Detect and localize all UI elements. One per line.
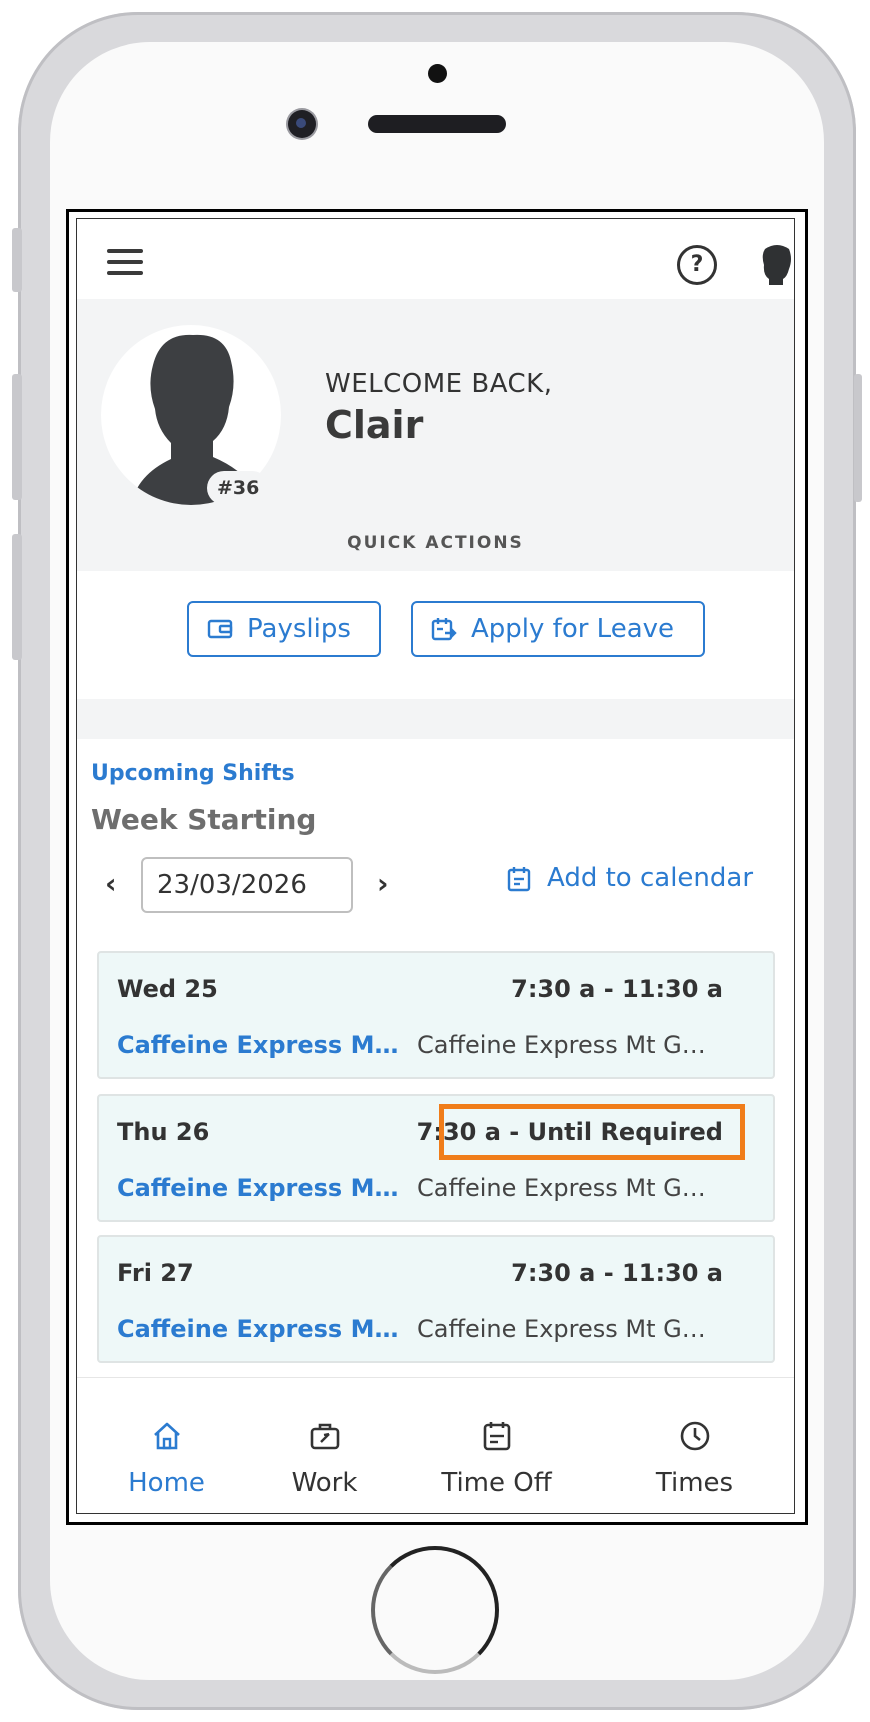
mute-switch [12, 228, 22, 292]
home-icon [154, 1422, 180, 1450]
nav-work-label: Work [291, 1468, 358, 1498]
power-button [854, 374, 862, 502]
user-avatar-icon[interactable] [757, 243, 795, 285]
bottom-navigation: Home Work Time Off Times [77, 1377, 794, 1513]
upcoming-shifts-title[interactable]: Upcoming Shifts [91, 761, 295, 786]
quick-actions-row: Payslips Apply for Leave [77, 571, 794, 681]
home-hardware-button[interactable] [371, 1546, 499, 1674]
shift-day: Thu 26 [117, 1118, 210, 1146]
welcome-label: WELCOME BACK, [325, 369, 553, 399]
shift-sublocation: Caffeine Express Mt Gravatt [417, 1315, 713, 1343]
help-circle-icon[interactable]: ? [677, 245, 717, 285]
top-app-bar: ? [77, 219, 794, 299]
nav-times-label: Times [655, 1468, 734, 1498]
shift-card[interactable]: Fri 27 7:30 a - 11:30 a Caffeine Express… [97, 1235, 775, 1363]
employee-number-badge: #36 [207, 471, 270, 505]
hamburger-icon[interactable] [107, 249, 143, 275]
nav-time-off[interactable]: Time Off [407, 1378, 586, 1513]
nav-home-label: Home [128, 1468, 205, 1498]
wallet-icon [207, 619, 233, 639]
payslips-button[interactable]: Payslips [187, 601, 381, 657]
shift-sublocation: Caffeine Express Mt Gravatt [417, 1031, 713, 1059]
week-starting-label: Week Starting [91, 803, 317, 836]
shift-day: Fri 27 [117, 1259, 194, 1287]
shift-time: 7:30 a - 11:30 a [511, 1259, 723, 1287]
add-to-calendar-label: Add to calendar [547, 863, 754, 893]
clock-icon [680, 1421, 710, 1451]
nav-times[interactable]: Times [605, 1378, 784, 1513]
shift-card[interactable]: Thu 26 7:30 a - Until Required Caffeine … [97, 1094, 775, 1222]
shift-card[interactable]: Wed 25 7:30 a - 11:30 a Caffeine Express… [97, 951, 775, 1079]
briefcase-icon [310, 1423, 340, 1450]
payslips-label: Payslips [247, 614, 351, 644]
nav-home[interactable]: Home [77, 1378, 256, 1513]
earpiece-speaker [368, 115, 506, 133]
shift-location-link[interactable]: Caffeine Express Mt Gravatt [117, 1174, 403, 1202]
shift-location-link[interactable]: Caffeine Express Mt Gravatt [117, 1031, 403, 1059]
shift-sublocation: Caffeine Express Mt Gravatt [417, 1174, 713, 1202]
nav-time-off-label: Time Off [441, 1468, 552, 1498]
apply-for-leave-button[interactable]: Apply for Leave [411, 601, 705, 657]
volume-down-button [12, 534, 22, 660]
proximity-sensor [428, 64, 447, 83]
shift-time: 7:30 a - 11:30 a [511, 975, 723, 1003]
nav-work[interactable]: Work [235, 1378, 414, 1513]
front-camera [288, 110, 316, 138]
volume-up-button [12, 374, 22, 500]
section-divider [77, 699, 794, 739]
shift-location-link[interactable]: Caffeine Express Mt Gravatt [117, 1315, 403, 1343]
calendar-icon [507, 866, 531, 891]
shift-day: Wed 25 [117, 975, 218, 1003]
app-screen: ? #36 WELCOME BACK, Clair QUICK ACTIONS … [76, 218, 795, 1514]
apply-for-leave-label: Apply for Leave [471, 614, 675, 644]
week-start-date-input[interactable] [141, 857, 353, 913]
calendar-export-icon [431, 618, 457, 641]
add-to-calendar-button[interactable]: Add to calendar [507, 863, 753, 893]
calendar-note-icon [483, 1422, 511, 1451]
user-name: Clair [325, 403, 424, 447]
highlight-box [439, 1104, 745, 1160]
quick-actions-heading: QUICK ACTIONS [347, 533, 524, 553]
previous-week-button[interactable]: ‹ [105, 867, 117, 900]
next-week-button[interactable]: › [377, 867, 389, 900]
